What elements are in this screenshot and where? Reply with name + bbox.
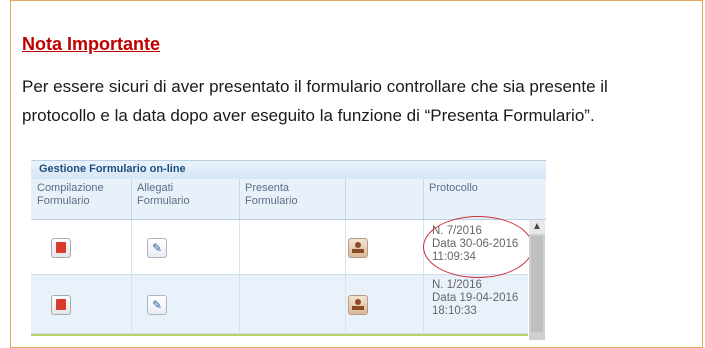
- column-divider: [345, 179, 346, 219]
- stamp-icon[interactable]: [348, 238, 368, 258]
- vertical-scrollbar[interactable]: ▲: [529, 220, 545, 340]
- pdf-form-icon[interactable]: [51, 295, 71, 315]
- cell-divider: [239, 220, 240, 274]
- scroll-thumb[interactable]: [531, 236, 543, 332]
- column-header-compilazione: Compilazione Formulario: [37, 182, 104, 207]
- cell-divider: [131, 275, 132, 333]
- column-header-allegati: Allegati Formulario: [137, 182, 190, 207]
- protocol-number: N. 1/2016: [432, 279, 482, 291]
- scroll-up-icon[interactable]: ▲: [529, 220, 545, 234]
- paperclip-icon[interactable]: ✎: [147, 295, 167, 315]
- column-divider: [423, 179, 424, 219]
- stamp-icon[interactable]: [348, 295, 368, 315]
- cell-divider: [423, 275, 424, 333]
- pdf-form-icon[interactable]: [51, 238, 71, 258]
- grid-title: Gestione Formulario on-line: [39, 163, 186, 175]
- column-header-presenta: Presenta Formulario: [245, 182, 298, 207]
- grid-title-bar: Gestione Formulario on-line: [31, 160, 546, 180]
- cell-divider: [239, 275, 240, 333]
- grid-column-headers: Compilazione Formulario Allegati Formula…: [31, 179, 546, 220]
- note-body: Per essere sicuri di aver presentato il …: [22, 77, 608, 125]
- column-divider: [239, 179, 240, 219]
- row-separator: [31, 334, 528, 336]
- protocol-time: 18:10:33: [432, 305, 477, 317]
- table-row: ✎ N. 1/2016 Data 19-04-2016 18:10:33: [31, 275, 528, 334]
- highlight-ellipse: [423, 216, 533, 278]
- note-title: Nota Importante: [22, 34, 161, 54]
- column-divider: [131, 179, 132, 219]
- paperclip-icon[interactable]: ✎: [147, 238, 167, 258]
- cell-divider: [345, 220, 346, 274]
- column-header-protocollo: Protocollo: [429, 182, 478, 194]
- form-management-grid: Gestione Formulario on-line Compilazione…: [31, 150, 546, 340]
- cell-divider: [131, 220, 132, 274]
- protocol-date: Data 19-04-2016: [432, 292, 519, 304]
- cell-divider: [345, 275, 346, 333]
